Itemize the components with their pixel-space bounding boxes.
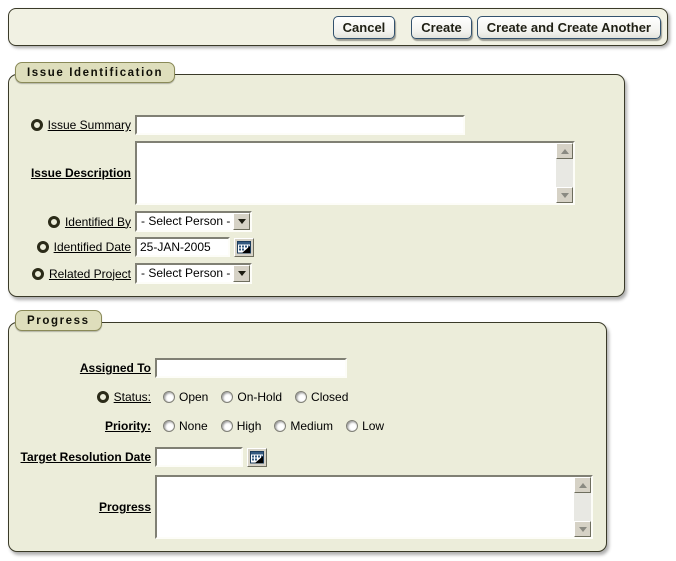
target-resolution-date-input[interactable] (155, 447, 243, 467)
page: Cancel Create Create and Create Another … (0, 0, 676, 561)
radio-icon[interactable] (295, 391, 307, 403)
assigned-to-input[interactable] (155, 358, 347, 378)
issue-summary-label[interactable]: Issue Summary (48, 118, 131, 132)
chevron-down-icon[interactable] (233, 265, 250, 282)
field-row-identified-date: Identified Date (9, 237, 624, 257)
scroll-down-icon[interactable] (574, 521, 591, 537)
field-row-issue-description: Issue Description (9, 141, 624, 205)
identified-by-label[interactable]: Identified By (65, 215, 131, 229)
status-radio-group: Open On-Hold Closed (155, 390, 348, 404)
issue-description-textarea-frame (135, 141, 575, 205)
progress-label[interactable]: Progress (99, 500, 151, 514)
required-icon (37, 241, 49, 253)
priority-option-high[interactable]: High (221, 419, 262, 433)
radio-icon[interactable] (163, 391, 175, 403)
scrollbar[interactable] (556, 143, 573, 203)
identified-by-selected-value: - Select Person - (137, 213, 233, 230)
field-row-related-project: Related Project - Select Person - (9, 263, 624, 284)
field-row-issue-summary: Issue Summary (9, 115, 624, 135)
related-project-selected-value: - Select Person - (137, 265, 233, 282)
scroll-up-icon[interactable] (574, 477, 591, 493)
status-option-open[interactable]: Open (163, 390, 208, 404)
priority-option-none[interactable]: None (163, 419, 208, 433)
radio-icon[interactable] (221, 391, 233, 403)
identified-by-select[interactable]: - Select Person - (135, 211, 252, 232)
status-option-on-hold-label: On-Hold (237, 390, 282, 404)
region-legend: Issue Identification (15, 62, 175, 83)
scrollbar[interactable] (574, 477, 591, 537)
field-row-progress: Progress (9, 475, 606, 539)
region-body: Assigned To Status: Open (9, 323, 606, 539)
region-legend: Progress (15, 310, 102, 331)
identified-date-label[interactable]: Identified Date (54, 240, 131, 254)
issue-description-textarea[interactable] (137, 143, 556, 203)
priority-option-low-label: Low (362, 419, 384, 433)
create-button[interactable]: Create (411, 16, 471, 39)
radio-icon[interactable] (163, 420, 175, 432)
required-icon (32, 268, 44, 280)
progress-textarea-frame (155, 475, 593, 539)
required-icon (31, 119, 43, 131)
priority-option-high-label: High (237, 419, 262, 433)
priority-option-none-label: None (179, 419, 208, 433)
status-option-open-label: Open (179, 390, 208, 404)
scroll-down-icon[interactable] (556, 187, 573, 203)
create-and-create-another-button[interactable]: Create and Create Another (477, 16, 661, 39)
status-option-closed[interactable]: Closed (295, 390, 348, 404)
issue-description-label[interactable]: Issue Description (31, 166, 131, 180)
status-label[interactable]: Status: (114, 390, 151, 404)
calendar-icon[interactable] (234, 238, 254, 257)
identified-date-input[interactable] (135, 237, 230, 257)
chevron-down-icon[interactable] (233, 213, 250, 230)
related-project-select[interactable]: - Select Person - (135, 263, 252, 284)
issue-summary-input[interactable] (135, 115, 465, 135)
toolbar: Cancel Create Create and Create Another (8, 8, 668, 46)
progress-textarea[interactable] (157, 477, 574, 537)
field-row-priority: Priority: None High (9, 419, 606, 433)
priority-option-medium[interactable]: Medium (274, 419, 333, 433)
cancel-button[interactable]: Cancel (333, 16, 396, 39)
radio-icon[interactable] (274, 420, 286, 432)
field-row-identified-by: Identified By - Select Person - (9, 211, 624, 232)
required-icon (48, 216, 60, 228)
priority-label[interactable]: Priority: (105, 419, 151, 433)
field-row-target-resolution-date: Target Resolution Date (9, 447, 606, 467)
field-row-status: Status: Open On-Hold (9, 390, 606, 404)
region-body: Issue Summary Issue Description (9, 75, 624, 284)
target-resolution-date-label[interactable]: Target Resolution Date (21, 450, 151, 464)
status-option-closed-label: Closed (311, 390, 348, 404)
priority-option-low[interactable]: Low (346, 419, 384, 433)
status-option-on-hold[interactable]: On-Hold (221, 390, 282, 404)
field-row-assigned-to: Assigned To (9, 358, 606, 378)
scroll-up-icon[interactable] (556, 143, 573, 159)
assigned-to-label[interactable]: Assigned To (80, 361, 151, 375)
radio-icon[interactable] (221, 420, 233, 432)
priority-option-medium-label: Medium (290, 419, 333, 433)
radio-icon[interactable] (346, 420, 358, 432)
region-progress: Progress Assigned To Status: (8, 322, 607, 552)
related-project-label[interactable]: Related Project (49, 267, 131, 281)
region-issue-identification: Issue Identification Issue Summary Issue… (8, 74, 625, 297)
required-icon (97, 391, 109, 403)
calendar-icon[interactable] (247, 448, 267, 467)
priority-radio-group: None High Medium Low (155, 419, 384, 433)
